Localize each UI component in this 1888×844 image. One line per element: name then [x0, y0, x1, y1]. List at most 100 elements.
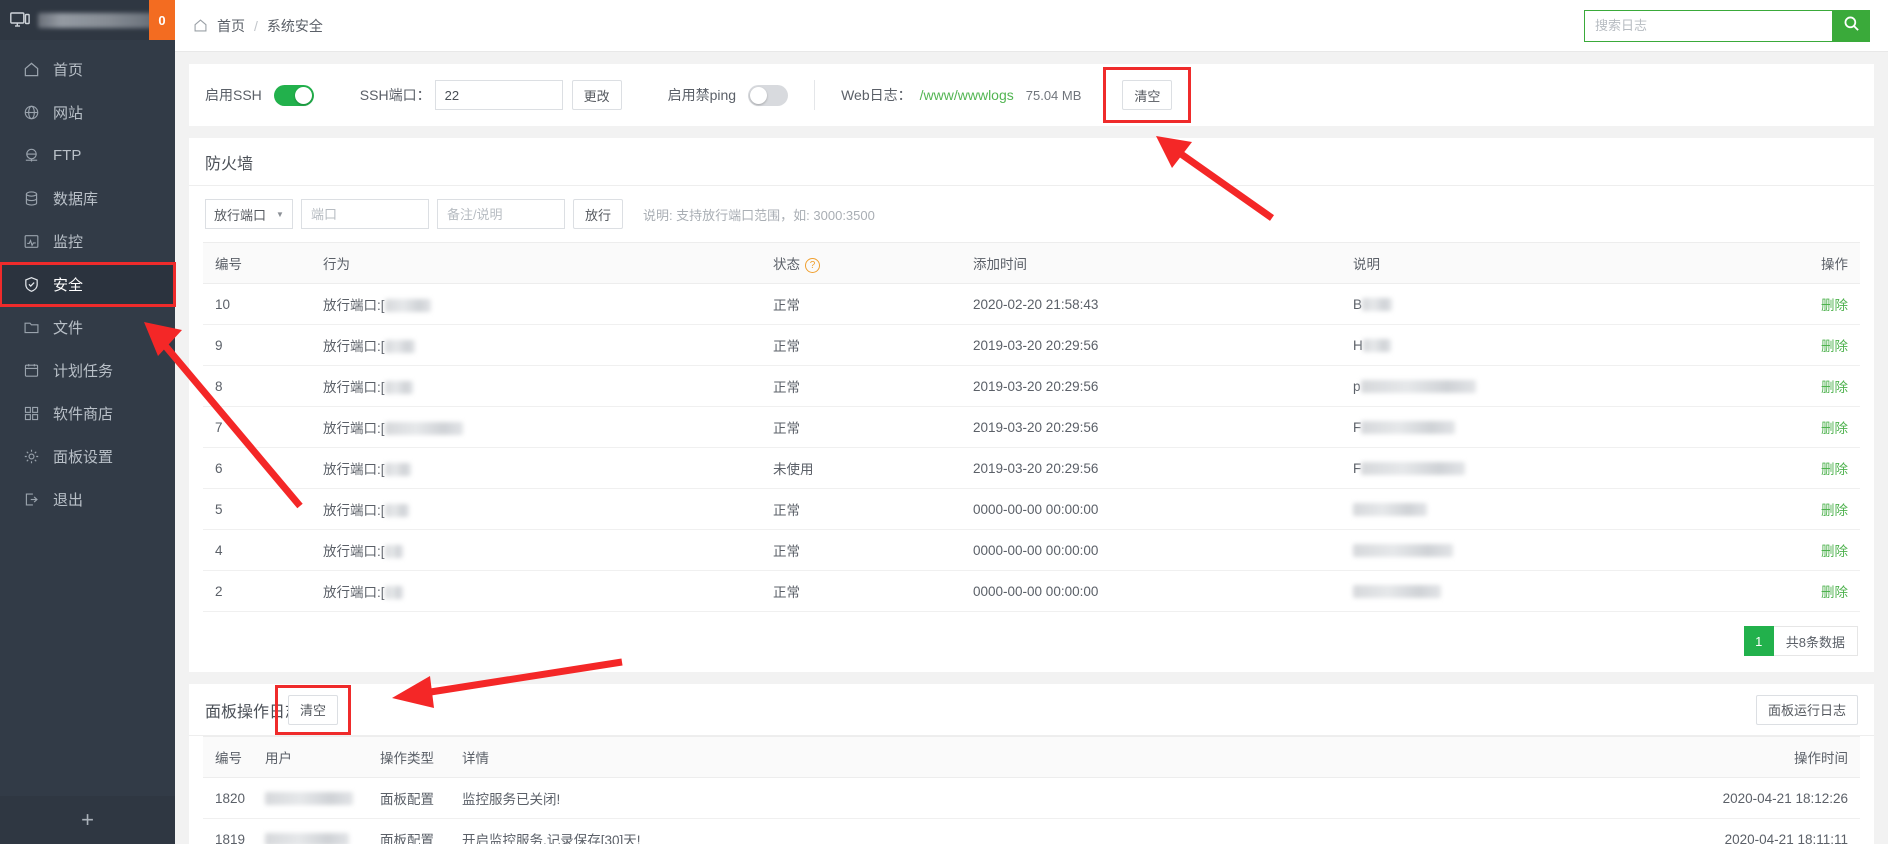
col-op: 操作: [1780, 242, 1860, 284]
sidebar-item-panel-settings[interactable]: 面板设置: [0, 435, 175, 478]
sidebar-item-files[interactable]: 文件: [0, 306, 175, 349]
ping-toggle[interactable]: [748, 84, 789, 106]
search-icon: [1843, 15, 1860, 37]
firewall-table-head: 编号 行为 状态? 添加时间 说明 操作: [203, 242, 1860, 284]
firewall-hint: 说明: 支持放行端口范围，如: 3000:3500: [642, 207, 875, 223]
firewall-table: 编号 行为 状态? 添加时间 说明 操作 10 放行端口:[正常 2020-02-2…: [203, 242, 1860, 612]
sidebar-user-name-redacted: [38, 12, 165, 28]
ssh-toggle[interactable]: [273, 84, 314, 106]
weblog-clear-button[interactable]: 清空: [1122, 80, 1173, 110]
firewall-action-select[interactable]: 放行端口 ▼: [205, 199, 293, 229]
table-row[interactable]: 5 放行端口:[正常 0000-00-00 00:00:00 删除: [203, 488, 1860, 530]
panel-log-table-head: 编号 用户 操作类型 详情 操作时间: [203, 736, 1860, 778]
table-row[interactable]: 1819 面板配置 开启监控服务,记录保存[30]天! 2020-04-21 18:1…: [203, 818, 1860, 844]
cell-id: 5: [203, 488, 323, 530]
cell-desc: H: [1353, 324, 1780, 366]
pagination-page-1[interactable]: 1: [1743, 626, 1774, 656]
cell-status: 正常: [773, 324, 973, 366]
delete-link[interactable]: 删除: [1821, 503, 1848, 518]
cell-op: 删除: [1780, 570, 1860, 612]
table-row[interactable]: 2 放行端口:[正常 0000-00-00 00:00:00 删除: [203, 570, 1860, 612]
cell-id: 8: [203, 365, 323, 407]
question-mark-icon[interactable]: ?: [805, 257, 820, 273]
search-input[interactable]: [1584, 9, 1832, 42]
sidebar-item-website[interactable]: 网站: [0, 91, 175, 134]
panel-log-header-left: 面板操作日志 清空: [205, 684, 352, 735]
table-row[interactable]: 10 放行端口:[正常 2020-02-20 21:58:43 B 删除: [203, 283, 1860, 325]
cell-desc: [1353, 570, 1780, 612]
col-log-id: 编号: [203, 736, 265, 778]
sidebar-item-label: 文件: [53, 320, 84, 337]
sidebar-item-home[interactable]: 首页: [0, 48, 175, 91]
cell-action-text: 放行端口:[: [323, 544, 385, 559]
sidebar-item-ftp[interactable]: FTP: [0, 134, 175, 177]
search-box: [1584, 9, 1870, 42]
cell-op: 删除: [1780, 283, 1860, 325]
redacted-text: [265, 791, 353, 805]
delete-link[interactable]: 删除: [1821, 544, 1848, 559]
panel-log-table-wrapper: 编号 用户 操作类型 详情 操作时间 1820 面板配置 监控服务已关闭! 2020-…: [189, 736, 1874, 844]
redacted-text: [1361, 461, 1466, 475]
col-id: 编号: [203, 242, 323, 284]
firewall-submit-button[interactable]: 放行: [572, 199, 623, 229]
cell-desc-text: F: [1353, 460, 1362, 476]
redacted-text: [1361, 420, 1456, 434]
table-row[interactable]: 9 放行端口:[正常 2019-03-20 20:29:56 H 删除: [203, 324, 1860, 366]
delete-link[interactable]: 删除: [1821, 380, 1848, 395]
table-row[interactable]: 7 放行端口:[正常 2019-03-20 20:29:56 F 删除: [203, 406, 1860, 448]
cell-action: 放行端口:[: [323, 283, 773, 325]
table-header-row: 编号 用户 操作类型 详情 操作时间: [203, 736, 1860, 778]
table-row[interactable]: 1820 面板配置 监控服务已关闭! 2020-04-21 18:12:26: [203, 777, 1860, 819]
cell-time: 2019-03-20 20:29:56: [973, 324, 1353, 366]
chevron-down-icon: ▼: [276, 209, 284, 219]
redacted-text: [384, 299, 431, 312]
search-button[interactable]: [1832, 9, 1870, 42]
sidebar-item-logout[interactable]: 退出: [0, 478, 175, 521]
cell-time: 0000-00-00 00:00:00: [973, 488, 1353, 530]
ssh-port-change-button[interactable]: 更改: [571, 80, 622, 110]
redacted-text: [1362, 338, 1391, 352]
weblog-clear-highlight: 清空: [1103, 67, 1192, 123]
breadcrumb-separator: /: [254, 17, 258, 34]
ssh-port-label: SSH端口：: [359, 87, 431, 103]
folder-icon: [22, 319, 40, 337]
enable-ssh-label: 启用SSH: [205, 87, 262, 103]
sidebar-item-security[interactable]: 安全: [0, 262, 176, 307]
panel-run-log-button[interactable]: 面板运行日志: [1755, 694, 1858, 725]
grid-icon: [22, 405, 40, 423]
delete-link[interactable]: 删除: [1821, 339, 1848, 354]
table-row[interactable]: 8 放行端口:[正常 2019-03-20 20:29:56 p 删除: [203, 365, 1860, 407]
cell-action-text: 放行端口:[: [323, 421, 385, 436]
page-root: 0 首页 网站 FTP 数据库 监控 安全 文件 计划任务 软件商店 面板设置 …: [0, 0, 1888, 844]
sidebar-item-monitor[interactable]: 监控: [0, 220, 175, 263]
firewall-remark-input[interactable]: [436, 199, 565, 229]
ssh-port-input[interactable]: [434, 80, 563, 110]
panel-log-table-body: 1820 面板配置 监控服务已关闭! 2020-04-21 18:12:26 1819 面…: [203, 777, 1860, 844]
shield-icon: [22, 276, 40, 294]
sidebar-add-button[interactable]: +: [0, 796, 175, 844]
delete-link[interactable]: 删除: [1821, 421, 1848, 436]
sidebar-item-appstore[interactable]: 软件商店: [0, 392, 175, 435]
firewall-table-body: 10 放行端口:[正常 2020-02-20 21:58:43 B 删除 9 放行端口:[正…: [203, 283, 1860, 612]
col-log-user: 用户: [265, 736, 380, 778]
sidebar: 0 首页 网站 FTP 数据库 监控 安全 文件 计划任务 软件商店 面板设置 …: [0, 0, 176, 844]
panel-log-clear-button[interactable]: 清空: [288, 694, 339, 725]
sidebar-item-label: 退出: [53, 492, 84, 509]
delete-link[interactable]: 删除: [1821, 298, 1848, 313]
redacted-text: [1360, 379, 1476, 393]
table-row[interactable]: 4 放行端口:[正常 0000-00-00 00:00:00 删除: [203, 529, 1860, 571]
redacted-text: [1353, 584, 1441, 598]
weblog-path-link[interactable]: /www/wwwlogs: [920, 87, 1014, 103]
delete-link[interactable]: 删除: [1821, 585, 1848, 600]
sidebar-item-database[interactable]: 数据库: [0, 177, 175, 220]
table-row[interactable]: 6 放行端口:[未使用 2019-03-20 20:29:56 F 删除: [203, 447, 1860, 489]
notification-badge[interactable]: 0: [149, 0, 175, 40]
firewall-port-input[interactable]: [300, 199, 429, 229]
weblog-size: 75.04 MB: [1025, 87, 1082, 103]
calendar-icon: [22, 362, 40, 380]
breadcrumb-home[interactable]: 首页: [217, 16, 245, 36]
cell-log-type: 面板配置: [380, 777, 462, 819]
sidebar-item-cron[interactable]: 计划任务: [0, 349, 175, 392]
delete-link[interactable]: 删除: [1821, 462, 1848, 477]
cell-desc: p: [1353, 365, 1780, 407]
